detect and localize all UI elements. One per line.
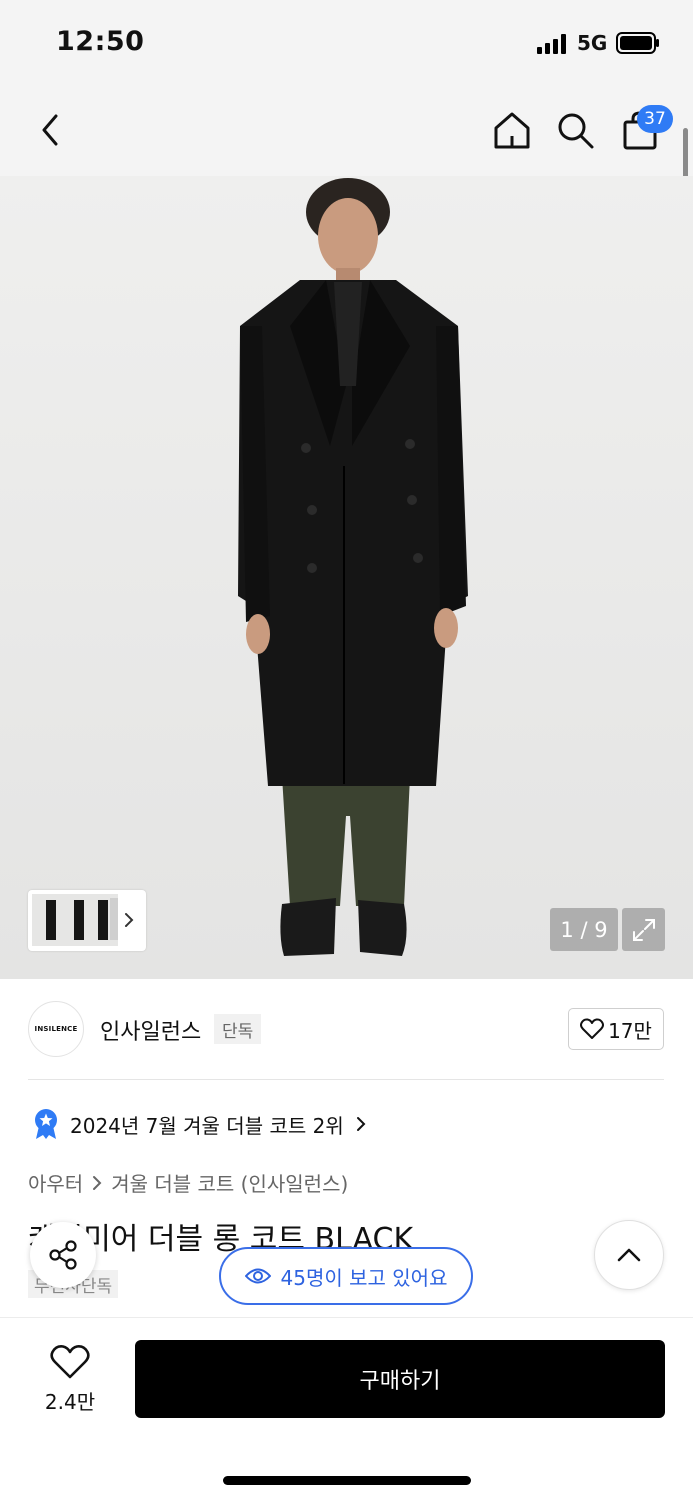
wishlist-count: 2.4만 (44, 1390, 96, 1414)
search-button[interactable] (551, 106, 599, 154)
share-icon (49, 1240, 77, 1270)
thumbnail-images (32, 894, 134, 946)
chevron-right-icon (93, 1175, 102, 1190)
breadcrumb-item-category[interactable]: 아우터 (28, 1168, 83, 1197)
home-indicator (223, 1476, 471, 1485)
viewers-text: 45명이 보고 있어요 (280, 1265, 448, 1290)
share-button[interactable] (30, 1222, 96, 1288)
chevron-up-icon (617, 1248, 641, 1262)
brand-like-button[interactable]: 17만 (568, 1008, 664, 1050)
scroll-to-top-button[interactable] (594, 1220, 664, 1290)
image-counter: 1 / 9 (550, 908, 618, 951)
home-button[interactable] (488, 106, 536, 154)
expand-button[interactable] (622, 908, 665, 951)
brand-name[interactable]: 인사일런스 (100, 1014, 201, 1046)
chevron-left-icon (42, 114, 58, 146)
model-wearing-coat-illustration (0, 176, 693, 979)
network-label: 5G (577, 31, 608, 55)
battery-icon (616, 32, 659, 54)
thumbnail-strip[interactable] (28, 890, 146, 951)
ranking-link[interactable]: 2024년 7월 겨울 더블 코트 2위 (32, 1108, 368, 1140)
heart-icon (580, 1018, 605, 1039)
buy-button[interactable]: 구매하기 (135, 1340, 665, 1418)
expand-icon (632, 918, 655, 941)
ranking-text: 2024년 7월 겨울 더블 코트 2위 (70, 1113, 344, 1138)
chevron-right-icon (356, 1117, 366, 1131)
brand-like-count: 17만 (608, 1018, 652, 1043)
ranking-badge-icon (35, 1109, 57, 1139)
back-button[interactable] (26, 106, 74, 154)
breadcrumb: 아우터 겨울 더블 코트 (인사일런스) (28, 1168, 348, 1197)
eye-icon (244, 1268, 271, 1284)
brand-exclusive-tag: 단독 (214, 1014, 262, 1044)
wishlist-heart-icon[interactable] (50, 1344, 90, 1380)
status-time: 12:50 (56, 26, 145, 57)
brand-logo[interactable]: INSILENCE (28, 1001, 84, 1057)
home-icon (494, 112, 530, 149)
divider (28, 1079, 664, 1080)
search-icon (558, 113, 594, 149)
cart-count-badge: 37 (637, 105, 673, 133)
product-image[interactable] (0, 176, 693, 979)
breadcrumb-item-subcategory[interactable]: 겨울 더블 코트 (인사일런스) (111, 1168, 348, 1197)
signal-icon (537, 34, 566, 54)
viewers-indicator: 45명이 보고 있어요 (219, 1247, 473, 1305)
